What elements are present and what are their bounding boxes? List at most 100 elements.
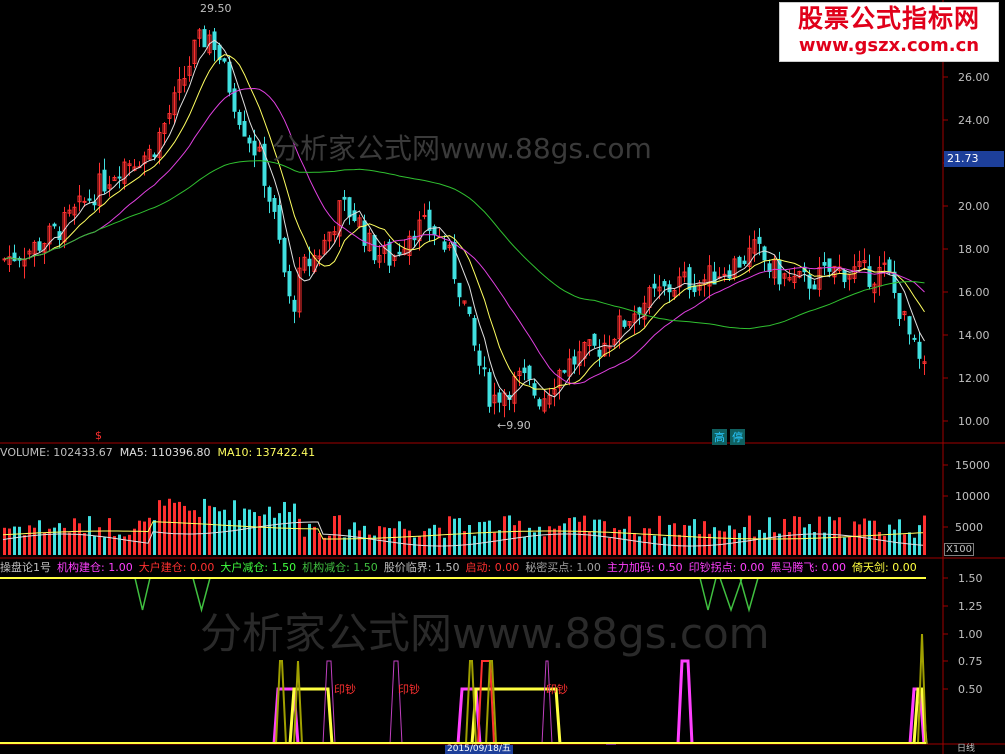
volume-bar [153, 520, 156, 555]
candle-body [912, 337, 917, 340]
volume-bar [293, 503, 296, 555]
volume-bar [528, 527, 531, 555]
volume-bar [393, 528, 396, 555]
stock-chart[interactable]: 26.0024.0022.0020.0018.0016.0014.0012.00… [0, 0, 1005, 754]
indicator-pulse [470, 687, 562, 745]
candle-body [52, 223, 57, 227]
volume-bar [673, 523, 676, 555]
volume-bar [158, 500, 161, 555]
volume-bar [273, 517, 276, 555]
candle-body [522, 367, 527, 374]
current-price-tag: 21.73 [944, 151, 1004, 167]
volume-bar [708, 533, 711, 555]
volume-bar [428, 528, 431, 555]
volume-bar [773, 532, 776, 555]
volume-bar [703, 521, 706, 555]
candle-body [472, 317, 477, 346]
volume-bar [188, 510, 191, 555]
volume-bar [898, 519, 901, 555]
volume-bar [438, 527, 441, 555]
volume-bar [118, 534, 121, 555]
candle-body [342, 196, 347, 200]
volume-bar [218, 511, 221, 555]
volume-bar [688, 525, 691, 555]
watermark-bottom: 分析家公式网www.88gs.com [200, 609, 770, 658]
candle-body [242, 121, 247, 137]
volume-bar [563, 523, 566, 555]
candle-body [537, 399, 542, 407]
volume-bar [208, 505, 211, 555]
indicator-tick-label: 0.50 [958, 683, 983, 696]
volume-bar [318, 532, 321, 555]
volume-bar [358, 530, 361, 555]
indicator-pulse [275, 660, 287, 745]
volume-bar [523, 536, 526, 555]
volume-bar [858, 524, 861, 555]
volume-bar [628, 516, 631, 555]
volume-legend: VOLUME: 102433.67 MA5: 110396.80 MA10: 1… [0, 446, 315, 460]
high-marker: 29.50 [200, 2, 232, 15]
moving-average-lines [4, 39, 925, 400]
volume-bar [813, 531, 816, 555]
volume-bar [263, 514, 266, 555]
volume-bar [483, 521, 486, 555]
volume-bar [18, 526, 21, 555]
volume-unit: X100 [944, 543, 974, 556]
volume-bar [763, 532, 766, 555]
volume-bar [203, 498, 206, 555]
volume-bar [633, 532, 636, 555]
volume-bar [843, 537, 846, 555]
volume-bar [163, 505, 166, 555]
volume-bar [363, 525, 366, 555]
volume-bar [678, 534, 681, 555]
volume-bar [838, 517, 841, 555]
indicator-legend-item: 主力加码: 0.50 [606, 561, 683, 574]
volume-bar [8, 528, 11, 555]
indicator-signal [739, 577, 759, 613]
logo-url: www.gszx.com.cn [798, 35, 980, 56]
volume-bar [888, 524, 891, 555]
price-tick-label: 12.00 [958, 372, 990, 385]
candle-body [757, 236, 762, 244]
volume-bar [498, 530, 501, 555]
watermark-top: 分析家公式网www.88gs.com [272, 132, 652, 165]
candle-body [287, 271, 292, 297]
candle-body [82, 200, 87, 203]
volume-bar [618, 529, 621, 555]
candle-body [742, 260, 747, 264]
volume-bar [478, 522, 481, 555]
volume-bar [78, 523, 81, 555]
indicator-legend-item: 大户建仓: 0.00 [138, 561, 215, 574]
volume-bar [598, 519, 601, 555]
indicator-tick-label: 0.75 [958, 655, 983, 668]
volume-bar [793, 516, 796, 555]
candle-body [347, 197, 352, 218]
candle-body [37, 241, 42, 251]
volume-bar [68, 532, 71, 555]
volume-bar [23, 535, 26, 555]
candle-body [12, 252, 17, 262]
yinchao-label-2: 印钞 [398, 683, 420, 696]
indicator-legend-item: 秘密买点: 1.00 [525, 561, 601, 574]
volume-bar [103, 537, 106, 555]
volume-bar [873, 520, 876, 555]
candle-body [737, 256, 742, 268]
volume-bar [608, 537, 611, 555]
volume-value: VOLUME: 102433.67 [0, 446, 113, 459]
volume-bar [468, 525, 471, 555]
volume-bar [183, 505, 186, 555]
volume-bar [458, 518, 461, 555]
period-label[interactable]: 日线 [957, 744, 975, 754]
volume-bar [508, 515, 511, 555]
candle-body [247, 137, 252, 144]
volume-bar [193, 510, 196, 555]
volume-bar [638, 536, 641, 555]
candle-body [352, 210, 357, 222]
volume-bar [3, 527, 6, 555]
volume-tick-label: 5000 [955, 521, 983, 534]
volume-bar [213, 507, 216, 555]
volume-bar [448, 516, 451, 555]
candle-body [252, 140, 257, 156]
candle-body [662, 281, 667, 287]
volume-bar [128, 534, 131, 555]
